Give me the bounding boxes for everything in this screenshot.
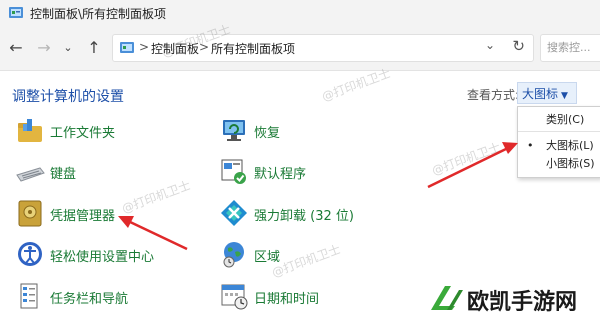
annotation-arrow-credential — [127, 219, 188, 251]
annotation-arrows — [118, 142, 518, 251]
brand-logo-icon — [431, 286, 463, 310]
arrowhead-icon — [502, 142, 518, 154]
brand-logo-watermark: 欧凯手游网 — [425, 280, 595, 316]
annotation-arrow-large-icons — [427, 146, 509, 189]
brand-name: 欧凯手游网 — [467, 290, 578, 315]
